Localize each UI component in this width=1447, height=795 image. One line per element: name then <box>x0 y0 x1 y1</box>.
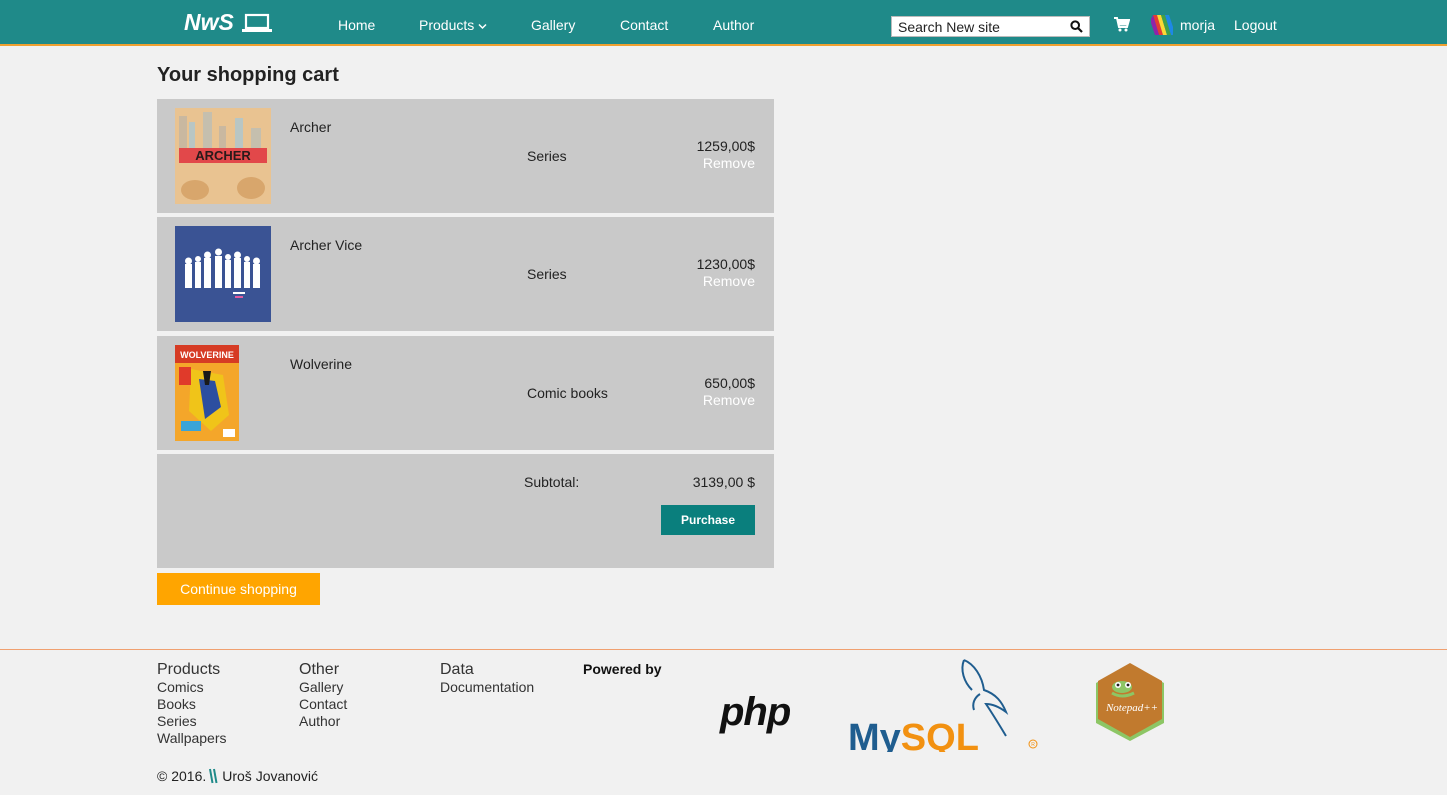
brand-name: NwS <box>184 9 234 35</box>
footer-link-books[interactable]: Books <box>157 696 227 713</box>
thumbnail-text: WOLVERINE <box>180 350 234 360</box>
page-title: Your shopping cart <box>157 64 339 86</box>
php-logo: php <box>720 690 791 734</box>
footer: Products Comics Books Series Wallpapers … <box>0 649 1447 795</box>
item-price: 1230,00$ <box>696 256 755 272</box>
svg-text:MySQL: MySQL <box>848 717 979 752</box>
nav-gallery[interactable]: Gallery <box>531 17 575 33</box>
avatar[interactable] <box>1151 15 1173 35</box>
nav-author[interactable]: Author <box>713 17 754 33</box>
product-thumbnail[interactable] <box>175 226 271 322</box>
remove-link[interactable]: Remove <box>703 273 755 289</box>
subtotal-value: 3139,00 $ <box>692 474 755 490</box>
remove-link[interactable]: Remove <box>703 392 755 408</box>
cart-icon[interactable] <box>1114 17 1130 32</box>
copyright-text: © 2016. <box>157 768 207 784</box>
navbar: NwS Home Products Gallery Contact Author… <box>0 0 1447 46</box>
search-input[interactable] <box>892 17 1062 36</box>
footer-link-series[interactable]: Series <box>157 713 227 730</box>
laptop-icon <box>241 13 272 32</box>
nav-contact[interactable]: Contact <box>620 17 668 33</box>
notepad-logo-text: Notepad++ <box>1105 702 1158 714</box>
product-thumbnail[interactable]: WOLVERINE <box>175 345 239 441</box>
subtotal-box: Subtotal: 3139,00 $ Purchase <box>157 454 774 568</box>
nav-products[interactable]: Products <box>419 17 487 33</box>
chevron-down-icon <box>478 23 487 30</box>
mysql-logo: MySQL R <box>848 659 1038 752</box>
logout-link[interactable]: Logout <box>1234 17 1277 33</box>
item-price: 650,00$ <box>704 375 755 391</box>
author-name: Uroš Jovanović <box>222 768 318 784</box>
item-name[interactable]: Archer Vice <box>290 237 362 253</box>
footer-column-title: Products <box>157 661 221 678</box>
cart-item: WOLVERINE Wolverine Comic books 650,00$ … <box>157 336 774 450</box>
footer-link-documentation[interactable]: Documentation <box>440 679 534 696</box>
remove-link[interactable]: Remove <box>703 155 755 171</box>
item-price: 1259,00$ <box>696 138 755 154</box>
subtotal-label: Subtotal: <box>524 474 580 490</box>
footer-link-gallery[interactable]: Gallery <box>299 679 347 696</box>
footer-link-contact[interactable]: Contact <box>299 696 347 713</box>
footer-column-title: Data <box>440 661 474 678</box>
thumbnail-text: ARCHER <box>195 148 251 163</box>
nav-home[interactable]: Home <box>338 17 375 33</box>
author-slashes-icon <box>209 768 218 784</box>
footer-column-title: Other <box>299 661 340 678</box>
copyright: © 2016. Uroš Jovanović <box>157 768 318 784</box>
svg-text:R: R <box>1031 742 1035 748</box>
footer-column-products: Products Comics Books Series Wallpapers <box>157 661 227 747</box>
continue-shopping-button[interactable]: Continue shopping <box>157 573 320 605</box>
cart-item: Archer Vice Series 1230,00$ Remove <box>157 217 774 331</box>
item-name[interactable]: Archer <box>290 119 331 135</box>
powered-by-label: Powered by <box>583 661 662 677</box>
item-category: Series <box>527 148 567 164</box>
purchase-button[interactable]: Purchase <box>661 505 755 535</box>
item-name[interactable]: Wolverine <box>290 356 352 372</box>
username[interactable]: morja <box>1180 17 1215 33</box>
cart-item: ARCHER Archer Series 1259,00$ Remove <box>157 99 774 213</box>
footer-link-author[interactable]: Author <box>299 713 347 730</box>
item-category: Series <box>527 266 567 282</box>
notepad-plus-plus-logo: Notepad++ <box>1096 663 1164 741</box>
search-box <box>891 16 1090 37</box>
footer-column-other: Other Gallery Contact Author <box>299 661 347 730</box>
product-thumbnail[interactable]: ARCHER <box>175 108 271 204</box>
brand-logo[interactable]: NwS <box>184 9 272 36</box>
footer-column-data: Data Documentation <box>440 661 534 696</box>
nav-products-label: Products <box>419 17 475 33</box>
item-category: Comic books <box>527 385 608 401</box>
footer-link-wallpapers[interactable]: Wallpapers <box>157 730 227 747</box>
footer-link-comics[interactable]: Comics <box>157 679 227 696</box>
search-icon[interactable] <box>1070 20 1083 33</box>
